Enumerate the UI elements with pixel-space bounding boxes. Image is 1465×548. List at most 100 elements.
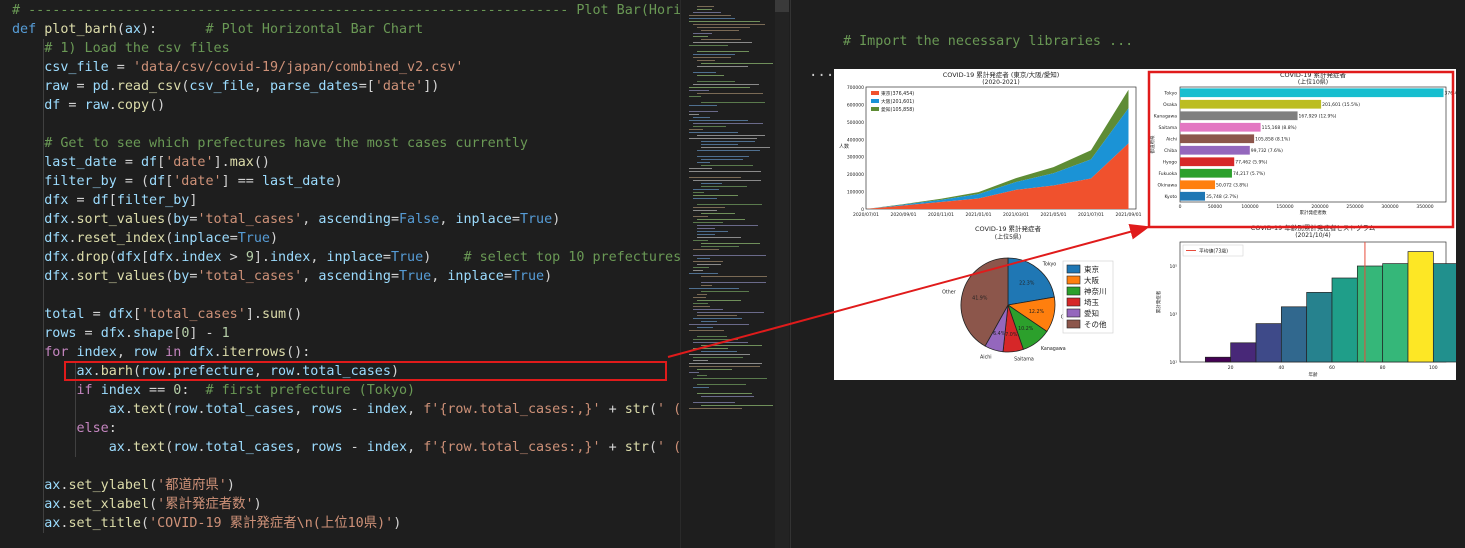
code-token: filter_by (44, 174, 117, 189)
code-token: # first prefecture (Tokyo) (205, 383, 416, 398)
x-tick-label: 2020/11/01 (928, 212, 954, 218)
chart-subtitle: (上位5県) (995, 233, 1022, 241)
code-line[interactable]: dfx.sort_values(by='total_cases', ascend… (12, 267, 552, 286)
code-line[interactable]: dfx.sort_values(by='total_cases', ascend… (12, 210, 560, 229)
code-token: ) (226, 478, 235, 493)
code-token: inplace (455, 212, 512, 227)
minimap-line (697, 327, 713, 328)
minimap-line (689, 330, 724, 331)
code-line[interactable]: # Get to see which prefectures have the … (12, 134, 528, 153)
code-line[interactable]: total = dfx['total_cases'].sum() (12, 305, 302, 324)
category-label: Kanagawa (1154, 114, 1178, 120)
bar (1180, 157, 1235, 167)
cell-more-icon[interactable]: ... (809, 64, 834, 80)
y-tick-label: 400000 (847, 137, 864, 143)
code-token: True (399, 269, 432, 284)
category-label: Aichi (1166, 137, 1177, 143)
code-line[interactable]: dfx = df[filter_by] (12, 191, 197, 210)
code-token: ] - (189, 326, 222, 341)
minimap-line (697, 204, 762, 205)
minimap-line (693, 387, 709, 388)
cell-comment[interactable]: # Import the necessary libraries ... (843, 34, 1133, 49)
legend-swatch (1066, 286, 1081, 296)
code-line[interactable]: csv_file = 'data/csv/covid-19/japan/comb… (12, 58, 463, 77)
bar (1180, 168, 1232, 178)
code-line[interactable]: ax.text(row.total_cases, rows - index, f… (12, 400, 680, 419)
minimap-line (693, 216, 708, 217)
minimap-line (697, 162, 710, 163)
code-editor[interactable]: # --------------------------------------… (0, 0, 680, 548)
scrollbar-thumb[interactable] (775, 0, 789, 12)
minimap-line (689, 111, 718, 112)
code-token: ascending (318, 269, 391, 284)
x-tick-label: 20 (1228, 365, 1234, 371)
minimap-line (697, 150, 760, 151)
code-line[interactable]: df = raw.copy() (12, 96, 165, 115)
code-line[interactable]: # --------------------------------------… (12, 1, 680, 20)
code-token: ) (270, 231, 279, 246)
slice-pct: 12.2% (1029, 309, 1045, 315)
code-token: str (624, 402, 649, 417)
x-tick-label: 300000 (1381, 204, 1398, 210)
minimap-line (701, 159, 743, 160)
code-line[interactable]: rows = dfx.shape[0] - 1 (12, 324, 229, 343)
code-token: ( (108, 250, 117, 265)
minimap-line (701, 183, 722, 184)
code-line[interactable]: def plot_barh(ax): # Plot Horizontal Bar… (12, 20, 423, 39)
code-token: = (390, 212, 399, 227)
minimap-line (697, 156, 749, 157)
code-token: ax (44, 497, 61, 512)
bar (1180, 191, 1206, 201)
code-line[interactable]: last_date = df['date'].max() (12, 153, 270, 172)
category-label: Okinawa (1158, 183, 1178, 189)
code-token: row (132, 345, 158, 360)
y-axis-label: 人数 (839, 143, 849, 150)
histogram-bar (1331, 277, 1358, 363)
category-label: Fukuoka (1158, 171, 1177, 177)
code-line[interactable]: if index == 0: # first prefecture (Tokyo… (12, 381, 416, 400)
minimap-line (689, 45, 728, 46)
code-line[interactable]: dfx.drop(dfx[dfx.index > 9].index, inpla… (12, 248, 680, 267)
legend-label: 大阪 (1084, 275, 1100, 285)
legend-label: 平均値(73歳) (1199, 248, 1228, 255)
minimap-line (701, 405, 773, 406)
code-token: # Get to see which prefectures have the … (44, 136, 528, 151)
code-line[interactable]: raw = pd.read_csv(csv_file, parse_dates=… (12, 77, 439, 96)
minimap-line (689, 366, 760, 367)
code-token: dfx (189, 345, 214, 360)
code-token: ax (124, 22, 141, 37)
code-token: [ (141, 250, 150, 265)
legend-swatch (1066, 297, 1081, 307)
code-line[interactable]: ax.text(row.total_cases, rows - index, f… (12, 438, 680, 457)
code-token: ' ({:.1f}%)' (657, 402, 680, 417)
code-line[interactable]: ax.set_title('COVID-19 累計発症者\n(上位10県)') (12, 514, 401, 533)
code-line[interactable]: filter_by = (df['date'] == last_date) (12, 172, 342, 191)
data-label: 50,072 (3.8%) (1216, 183, 1248, 189)
code-line[interactable]: # 1) Load the csv files (12, 39, 229, 58)
code-token: dfx (44, 193, 69, 208)
y-tick-label: 10⁵ (1169, 264, 1177, 270)
x-tick-label: 100 (1429, 365, 1438, 371)
code-token: ax (44, 478, 61, 493)
code-token: by (173, 269, 190, 284)
code-line[interactable]: ax.set_ylabel('都道府県') (12, 476, 235, 495)
code-token: text (132, 402, 166, 417)
minimap-line (689, 354, 750, 355)
vertical-scrollbar[interactable] (775, 0, 789, 548)
code-token: . (68, 269, 77, 284)
code-line[interactable]: for index, row in dfx.iterrows(): (12, 343, 310, 362)
legend-swatch (1066, 275, 1081, 285)
x-tick-label: 350000 (1416, 204, 1433, 210)
legend-label: 東京(376,454) (881, 90, 914, 97)
code-line[interactable]: ax.set_xlabel('累計発症者数') (12, 495, 261, 514)
data-label: 115,168 (8.8%) (1262, 125, 1297, 131)
code-line[interactable]: else: (12, 419, 117, 438)
code-token: # select top 10 prefectures (463, 250, 681, 265)
code-line[interactable]: dfx.reset_index(inplace=True) (12, 229, 278, 248)
